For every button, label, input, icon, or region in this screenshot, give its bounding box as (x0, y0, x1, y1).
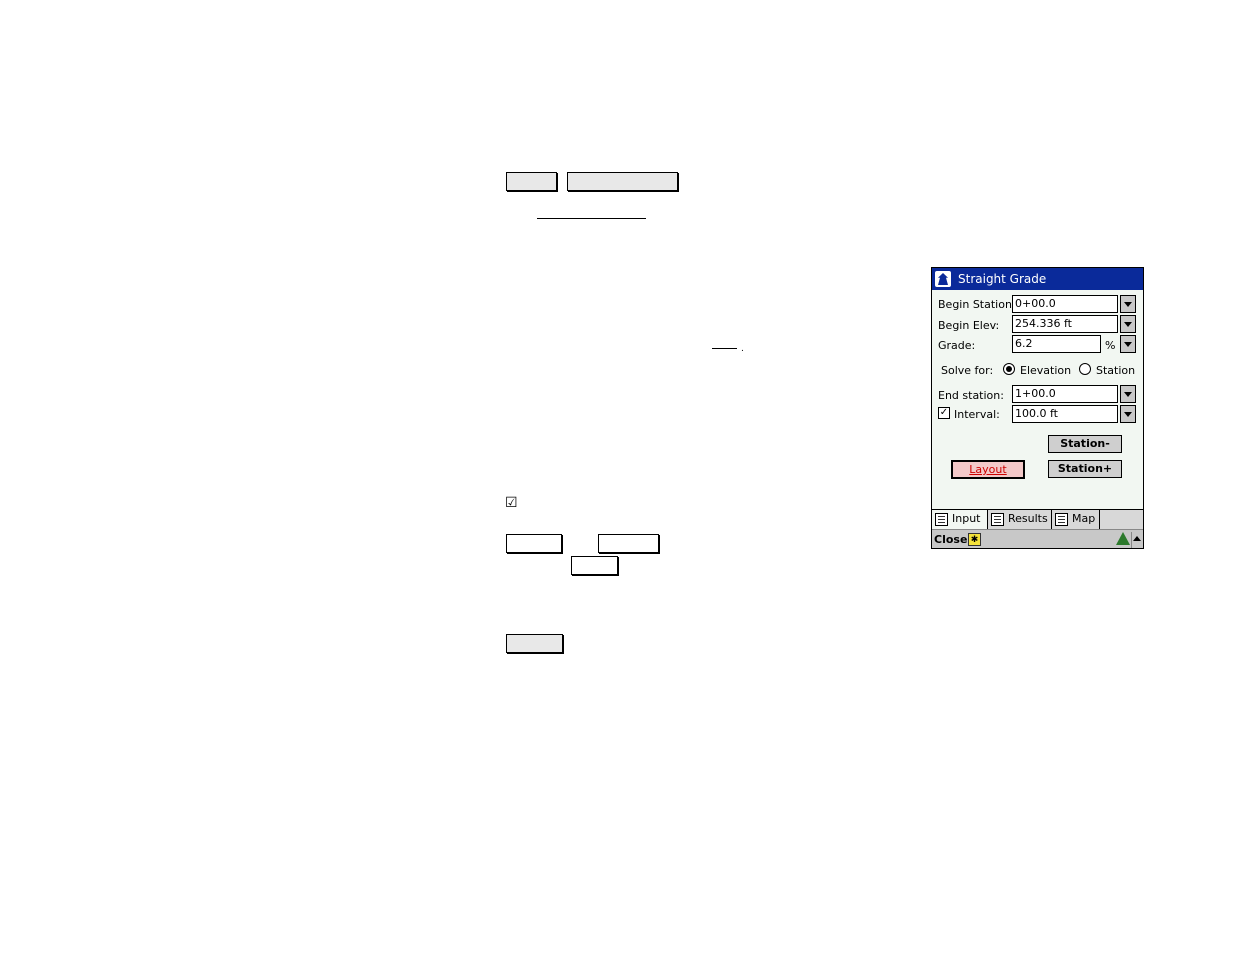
doc-dot: . (741, 344, 744, 354)
results-tab-icon (991, 513, 1004, 526)
tab-results[interactable]: Results (988, 510, 1052, 530)
doc-reference-box-2 (567, 172, 678, 191)
input-tab-icon (935, 513, 948, 526)
doc-underline-2 (712, 348, 737, 349)
tab-bar: Input Results Map (932, 509, 1143, 530)
tab-map[interactable]: Map (1052, 510, 1100, 530)
end-station-label: End station: (938, 389, 1004, 402)
tab-map-label: Map (1072, 512, 1096, 525)
doc-checkbox-glyph: ☑ (505, 495, 518, 511)
map-tab-icon (1055, 513, 1068, 526)
grade-dropdown-button[interactable] (1120, 335, 1136, 353)
menu-bar: Close ✱ (932, 529, 1143, 548)
interval-field[interactable]: 100.0 ft (1012, 405, 1118, 423)
solve-for-station-radio[interactable] (1079, 363, 1091, 375)
end-station-dropdown-button[interactable] (1120, 385, 1136, 403)
solve-for-station-label[interactable]: Station (1096, 364, 1135, 377)
warning-icon[interactable] (1116, 532, 1130, 545)
grade-unit-label: % (1105, 339, 1116, 352)
begin-elev-label: Begin Elev: (938, 319, 1000, 332)
doc-reference-box-1 (506, 172, 557, 191)
solve-for-label: Solve for: (941, 364, 994, 377)
begin-elev-dropdown-button[interactable] (1120, 315, 1136, 333)
solve-for-elevation-radio[interactable] (1003, 363, 1015, 375)
doc-reference-box-5 (571, 556, 618, 575)
begin-station-field[interactable]: 0+00.0 (1012, 295, 1118, 313)
begin-station-dropdown-button[interactable] (1120, 295, 1136, 313)
doc-reference-box-3 (506, 534, 562, 553)
begin-station-label: Begin Station: (938, 298, 1016, 311)
interval-label: Interval: (954, 408, 1000, 421)
begin-elev-field[interactable]: 254.336 ft (1012, 315, 1118, 333)
tab-input-label: Input (952, 512, 981, 525)
title-bar: Straight Grade (932, 268, 1143, 290)
surveyor-app-icon[interactable] (935, 271, 951, 287)
tab-input[interactable]: Input (932, 510, 988, 530)
interval-checkbox[interactable]: ✓ (938, 407, 950, 419)
window-title: Straight Grade (958, 272, 1047, 286)
grade-label: Grade: (938, 339, 976, 352)
input-panel-arrow-icon[interactable] (1133, 536, 1141, 541)
layout-button[interactable]: Layout (951, 460, 1025, 479)
doc-reference-box-6 (506, 634, 563, 653)
tab-results-label: Results (1008, 512, 1048, 525)
grade-field[interactable]: 6.2 (1012, 335, 1101, 353)
straight-grade-screen: Straight Grade Begin Station: 0+00.0 Beg… (931, 267, 1144, 549)
interval-dropdown-button[interactable] (1120, 405, 1136, 423)
station-minus-button[interactable]: Station- (1048, 435, 1122, 453)
sip-divider (1131, 532, 1132, 548)
end-station-field[interactable]: 1+00.0 (1012, 385, 1118, 403)
station-plus-button[interactable]: Station+ (1048, 460, 1122, 478)
close-menu-item[interactable]: Close (934, 533, 967, 546)
solve-for-elevation-label[interactable]: Elevation (1020, 364, 1071, 377)
doc-underline-1 (537, 218, 646, 219)
doc-reference-box-4 (598, 534, 659, 553)
gps-status-icon[interactable]: ✱ (968, 533, 981, 546)
